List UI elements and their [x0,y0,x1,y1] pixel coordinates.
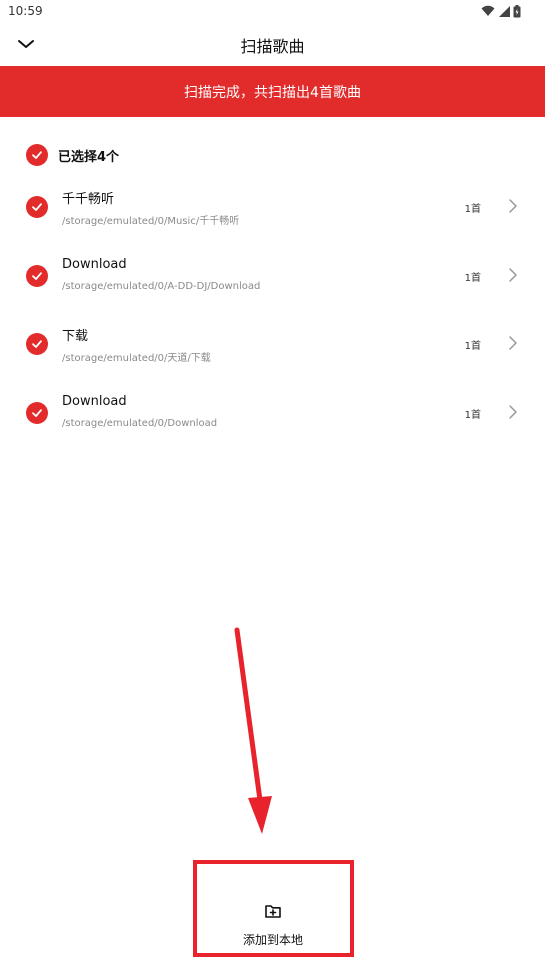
chevron-right-icon[interactable] [507,404,519,420]
folder-list: 千千畅听 /storage/emulated/0/Music/千千畅听 1首 D… [0,176,545,450]
list-item[interactable]: Download /storage/emulated/0/A-DD-DJ/Dow… [0,245,545,314]
chevron-right-icon[interactable] [507,198,519,214]
signal-icon [499,6,510,17]
folder-name: 下载 [62,329,89,344]
song-count: 1首 [464,409,481,421]
list-item[interactable]: Download /storage/emulated/0/Download 1首 [0,382,545,451]
folder-path: /storage/emulated/0/天道/下载 [62,353,211,364]
add-to-local-button[interactable]: 添加到本地 [200,890,346,954]
list-item[interactable]: 千千畅听 /storage/emulated/0/Music/千千畅听 1首 [0,176,545,245]
add-to-local-label: 添加到本地 [242,933,303,947]
top-bar: 扫描歌曲 [0,24,545,66]
folder-name: Download [62,256,127,272]
battery-icon [513,4,521,17]
scan-result-text: 扫描完成，共扫描出4首歌曲 [184,84,361,101]
chevron-right-icon[interactable] [507,335,519,351]
folder-path: /storage/emulated/0/A-DD-DJ/Download [62,280,261,292]
chevron-right-icon[interactable] [507,267,519,283]
check-icon[interactable] [26,333,48,355]
song-count: 1首 [464,272,481,284]
check-icon [26,144,48,166]
status-time: 10:59 [8,4,43,18]
check-icon[interactable] [26,401,48,424]
check-icon[interactable] [26,196,48,218]
status-bar: 10:59 [0,0,545,24]
scan-result-banner: 扫描完成，共扫描出4首歌曲 [0,66,545,117]
selection-count-label: 已选择4个 [58,149,120,165]
page-title: 扫描歌曲 [240,37,305,56]
folder-add-icon [265,905,281,918]
wifi-icon [481,5,495,16]
folder-path: /storage/emulated/0/Music/千千畅听 [62,216,240,227]
check-icon[interactable] [26,264,48,287]
song-count: 1首 [464,341,481,352]
status-icons [481,4,521,18]
folder-name: Download [62,393,127,409]
list-item[interactable]: 下载 /storage/emulated/0/天道/下载 1首 [0,313,545,382]
select-all-toggle[interactable]: 已选择4个 [26,143,119,167]
folder-path: /storage/emulated/0/Download [62,417,218,429]
folder-name: 千千畅听 [62,192,115,207]
song-count: 1首 [464,204,481,215]
